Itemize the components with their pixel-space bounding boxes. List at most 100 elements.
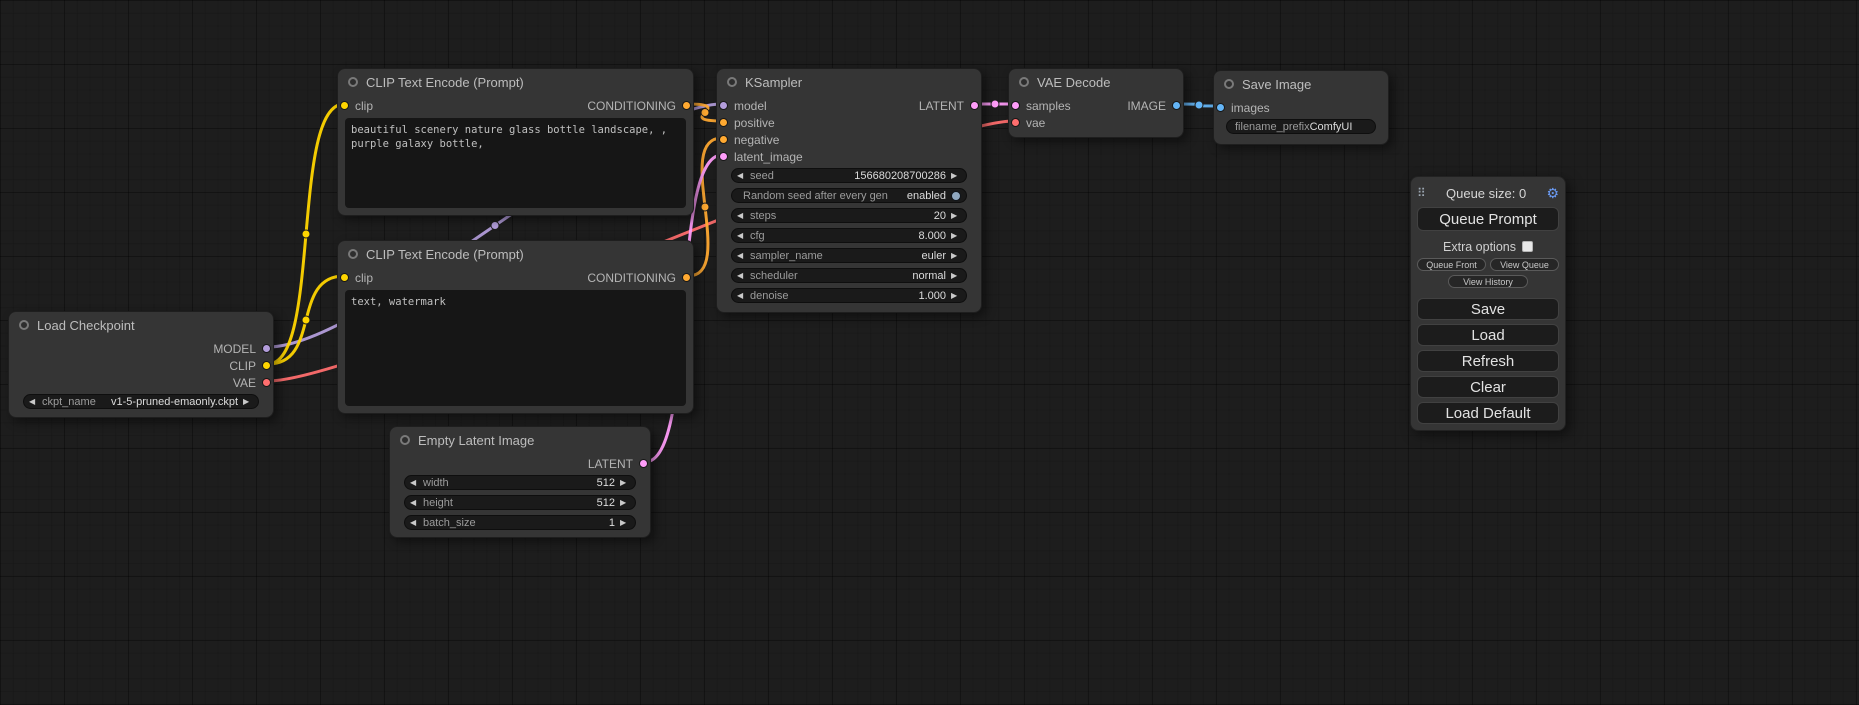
- load-button[interactable]: Load: [1417, 324, 1559, 346]
- decrement-arrow-icon[interactable]: ◀: [737, 272, 747, 280]
- node-title-bar[interactable]: CLIP Text Encode (Prompt): [338, 69, 693, 95]
- load-default-button[interactable]: Load Default: [1417, 402, 1559, 424]
- widget-sampler-name[interactable]: ◀ sampler_name euler ▶: [731, 248, 967, 263]
- increment-arrow-icon[interactable]: ▶: [951, 252, 961, 260]
- node-load-checkpoint[interactable]: Load Checkpoint MODEL CLIP VAE ◀ ckpt_na…: [8, 311, 274, 418]
- node-title-bar[interactable]: Empty Latent Image: [390, 427, 650, 453]
- node-title-bar[interactable]: Load Checkpoint: [9, 312, 273, 338]
- toggle-knob[interactable]: [951, 191, 961, 201]
- queue-menu-panel: ⠿ Queue size: 0 ⚙ Queue Prompt Extra opt…: [1410, 176, 1566, 431]
- collapse-dot[interactable]: [348, 249, 358, 259]
- widget-scheduler[interactable]: ◀ scheduler normal ▶: [731, 268, 967, 283]
- output-slot-image-dot[interactable]: [1172, 101, 1181, 110]
- slot-row: VAE: [9, 374, 273, 391]
- widget-height[interactable]: ◀ height 512 ▶: [404, 495, 636, 510]
- drag-handle-icon[interactable]: ⠿: [1417, 186, 1426, 200]
- output-slot-latent-dot[interactable]: [639, 459, 648, 468]
- collapse-dot[interactable]: [348, 77, 358, 87]
- input-slot-samples-dot[interactable]: [1011, 101, 1020, 110]
- widget-cfg[interactable]: ◀ cfg 8.000 ▶: [731, 228, 967, 243]
- input-slot-model-dot[interactable]: [719, 101, 728, 110]
- widget-random-seed-toggle[interactable]: Random seed after every gen enabled: [731, 188, 967, 203]
- increment-arrow-icon[interactable]: ▶: [620, 519, 630, 527]
- increment-arrow-icon[interactable]: ▶: [620, 499, 630, 507]
- increment-arrow-icon[interactable]: ▶: [951, 212, 961, 220]
- output-label-conditioning: CONDITIONING: [587, 99, 676, 113]
- view-history-button[interactable]: View History: [1448, 275, 1528, 288]
- widget-filename-prefix[interactable]: filename_prefix ComfyUI: [1226, 119, 1376, 134]
- node-save-image[interactable]: Save Image images filename_prefix ComfyU…: [1213, 70, 1389, 145]
- increment-arrow-icon[interactable]: ▶: [951, 272, 961, 280]
- output-slot-model-dot[interactable]: [262, 344, 271, 353]
- widget-label: filename_prefix: [1235, 121, 1310, 133]
- queue-prompt-button[interactable]: Queue Prompt: [1417, 207, 1559, 231]
- input-slot-clip-dot[interactable]: [340, 273, 349, 282]
- output-slot-vae-dot[interactable]: [262, 378, 271, 387]
- prompt-textarea[interactable]: beautiful scenery nature glass bottle la…: [345, 118, 686, 208]
- decrement-arrow-icon[interactable]: ◀: [737, 292, 747, 300]
- increment-arrow-icon[interactable]: ▶: [951, 172, 961, 180]
- input-label-negative: negative: [734, 133, 779, 147]
- input-slot-latent-image-dot[interactable]: [719, 152, 728, 161]
- collapse-dot[interactable]: [727, 77, 737, 87]
- prompt-textarea[interactable]: text, watermark: [345, 290, 686, 406]
- clear-button[interactable]: Clear: [1417, 376, 1559, 398]
- input-slot-positive-dot[interactable]: [719, 118, 728, 127]
- view-queue-button[interactable]: View Queue: [1490, 258, 1559, 271]
- decrement-arrow-icon[interactable]: ◀: [410, 499, 420, 507]
- decrement-arrow-icon[interactable]: ◀: [737, 252, 747, 260]
- widget-ckpt-name[interactable]: ◀ ckpt_name v1-5-pruned-emaonly.ckpt ▶: [23, 394, 259, 409]
- widget-denoise[interactable]: ◀ denoise 1.000 ▶: [731, 288, 967, 303]
- widget-label: Random seed after every gen: [743, 190, 888, 202]
- node-title: KSampler: [745, 75, 802, 90]
- input-slot-images-dot[interactable]: [1216, 103, 1225, 112]
- decrement-arrow-icon[interactable]: ◀: [410, 479, 420, 487]
- collapse-dot[interactable]: [19, 320, 29, 330]
- decrement-arrow-icon[interactable]: ◀: [410, 519, 420, 527]
- node-clip-text-encode-positive[interactable]: CLIP Text Encode (Prompt) clip CONDITION…: [337, 68, 694, 216]
- decrement-arrow-icon[interactable]: ◀: [737, 212, 747, 220]
- widget-value: 156680208700286: [854, 170, 951, 182]
- node-empty-latent-image[interactable]: Empty Latent Image LATENT ◀ width 512 ▶ …: [389, 426, 651, 538]
- widget-batch-size[interactable]: ◀ batch_size 1 ▶: [404, 515, 636, 530]
- node-clip-text-encode-negative[interactable]: CLIP Text Encode (Prompt) clip CONDITION…: [337, 240, 694, 414]
- widget-label: height: [423, 497, 453, 509]
- node-vae-decode[interactable]: VAE Decode samples IMAGE vae: [1008, 68, 1184, 138]
- decrement-arrow-icon[interactable]: ◀: [29, 398, 39, 406]
- increment-arrow-icon[interactable]: ▶: [951, 292, 961, 300]
- decrement-arrow-icon[interactable]: ◀: [737, 172, 747, 180]
- slot-row: samples IMAGE: [1009, 97, 1183, 114]
- node-title-bar[interactable]: CLIP Text Encode (Prompt): [338, 241, 693, 267]
- collapse-dot[interactable]: [400, 435, 410, 445]
- increment-arrow-icon[interactable]: ▶: [243, 398, 253, 406]
- output-slot-latent-dot[interactable]: [970, 101, 979, 110]
- collapse-dot[interactable]: [1224, 79, 1234, 89]
- increment-arrow-icon[interactable]: ▶: [620, 479, 630, 487]
- widget-value: 512: [597, 497, 620, 509]
- refresh-button[interactable]: Refresh: [1417, 350, 1559, 372]
- decrement-arrow-icon[interactable]: ◀: [737, 232, 747, 240]
- queue-front-button[interactable]: Queue Front: [1417, 258, 1486, 271]
- widget-steps[interactable]: ◀ steps 20 ▶: [731, 208, 967, 223]
- widget-label: batch_size: [423, 517, 476, 529]
- output-slot-conditioning-dot[interactable]: [682, 273, 691, 282]
- input-slot-clip-dot[interactable]: [340, 101, 349, 110]
- node-title: VAE Decode: [1037, 75, 1110, 90]
- input-slot-negative-dot[interactable]: [719, 135, 728, 144]
- settings-gear-icon[interactable]: ⚙: [1546, 186, 1559, 200]
- output-slot-conditioning-dot[interactable]: [682, 101, 691, 110]
- save-button[interactable]: Save: [1417, 298, 1559, 320]
- extra-options-checkbox[interactable]: [1522, 241, 1533, 252]
- input-slot-vae-dot[interactable]: [1011, 118, 1020, 127]
- widget-width[interactable]: ◀ width 512 ▶: [404, 475, 636, 490]
- node-title-bar[interactable]: Save Image: [1214, 71, 1388, 97]
- collapse-dot[interactable]: [1019, 77, 1029, 87]
- input-label-images: images: [1231, 101, 1270, 115]
- increment-arrow-icon[interactable]: ▶: [951, 232, 961, 240]
- node-title: CLIP Text Encode (Prompt): [366, 247, 524, 262]
- output-slot-clip-dot[interactable]: [262, 361, 271, 370]
- node-title-bar[interactable]: KSampler: [717, 69, 981, 95]
- node-ksampler[interactable]: KSampler model LATENT positive negative: [716, 68, 982, 313]
- node-title-bar[interactable]: VAE Decode: [1009, 69, 1183, 95]
- widget-seed[interactable]: ◀ seed 156680208700286 ▶: [731, 168, 967, 183]
